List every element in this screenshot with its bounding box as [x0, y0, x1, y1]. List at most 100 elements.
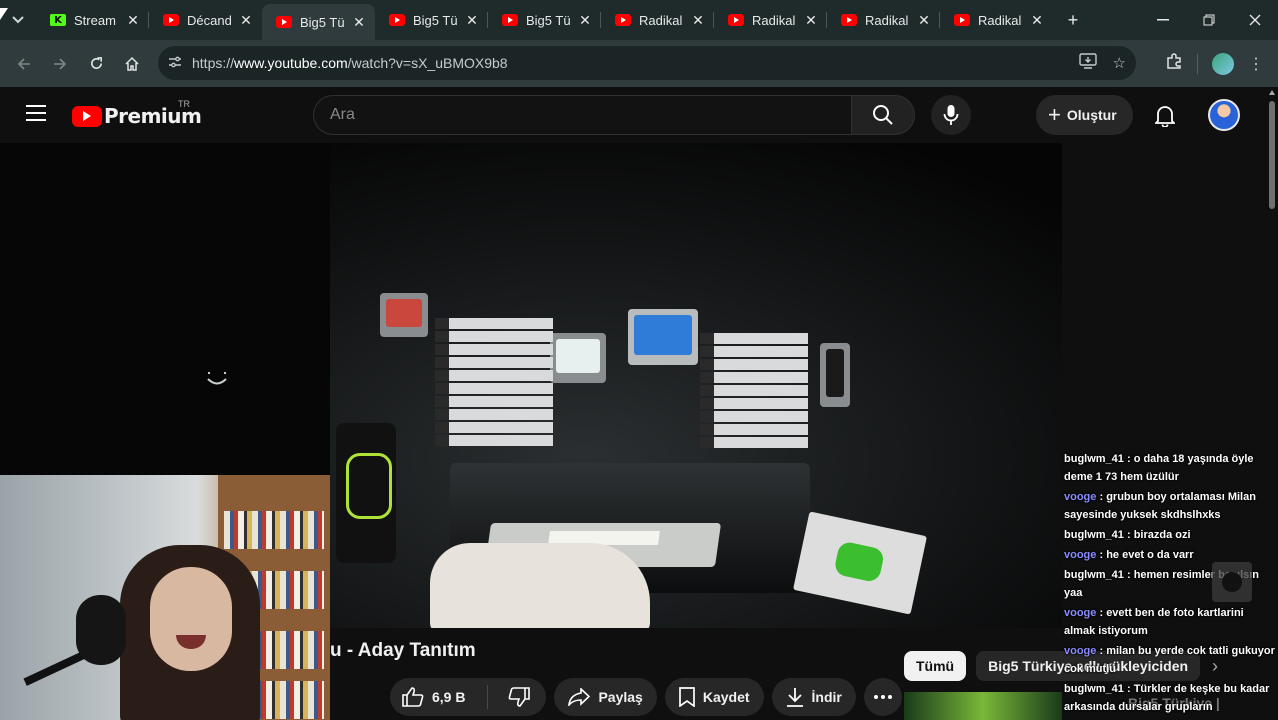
browser-toolbar: https://www.youtube.com/watch?v=sX_uBMOX… [0, 40, 1278, 87]
tab-close-icon[interactable]: ✕ [916, 12, 932, 29]
browser-tab[interactable]: Radikal ✕ [827, 0, 940, 40]
chat-message: buglwm_41 : o daha 18 yaşında öyle deme … [1064, 453, 1254, 483]
smiley-icon [205, 366, 229, 390]
arrow-left-icon [17, 57, 30, 70]
thumbs-down-icon [509, 687, 531, 707]
menu-icon[interactable] [26, 105, 46, 123]
microphone [76, 595, 126, 665]
browser-tab[interactable]: Radikal ✕ [601, 0, 714, 40]
browser-tab[interactable]: Radikal ✕ [940, 0, 1053, 40]
more-horizontal-icon [873, 695, 892, 699]
url-text[interactable]: https://www.youtube.com/watch?v=sX_uBMOX… [192, 55, 508, 71]
youtube-icon [163, 14, 179, 26]
youtube-icon [954, 14, 970, 26]
install-app-icon[interactable] [1078, 53, 1097, 73]
thumbs-up-icon [402, 687, 424, 707]
crt-tv [820, 343, 850, 407]
address-bar[interactable]: https://www.youtube.com/watch?v=sX_uBMOX… [158, 46, 1136, 80]
chat-message: buglwm_41 : birazda ozi [1064, 529, 1191, 541]
browser-tab[interactable]: Décand ✕ [149, 0, 262, 40]
back-button[interactable] [6, 46, 42, 82]
share-button[interactable]: Paylaş [554, 678, 657, 716]
download-icon [786, 688, 803, 707]
video-title: u - Aday Tanıtım [330, 640, 476, 661]
browser-tab[interactable]: Big5 Tü ✕ [488, 0, 601, 40]
youtube-icon [615, 14, 631, 26]
search-box [313, 95, 852, 135]
tab-close-icon[interactable]: ✕ [125, 12, 141, 29]
browser-tab[interactable]: Radikal ✕ [714, 0, 827, 40]
green-logo-bag [336, 423, 396, 563]
forward-button[interactable] [42, 46, 78, 82]
minimize-button[interactable] [1140, 0, 1186, 40]
search-icon [873, 105, 893, 125]
tab-close-icon[interactable]: ✕ [238, 12, 254, 29]
browser-tabstrip: Stream ✕ Décand ✕ Big5 Tü ✕ Big5 Tü ✕ Bi… [0, 0, 1278, 40]
close-icon [1249, 14, 1261, 26]
scrollbar-thumb[interactable] [1269, 101, 1275, 209]
mouse-cursor [0, 8, 8, 20]
search-button[interactable] [851, 95, 915, 135]
bell-icon [1155, 106, 1175, 127]
tab-close-icon[interactable]: ✕ [803, 12, 819, 29]
youtube-masthead: Premium TR + Oluştur [0, 87, 1266, 143]
home-button[interactable] [114, 46, 150, 82]
webcam-overlay [0, 475, 330, 720]
tab-close-icon[interactable]: ✕ [464, 12, 480, 29]
cassette-stack-left [435, 318, 553, 448]
share-icon [568, 688, 591, 706]
search-input[interactable] [314, 96, 852, 134]
bookmark-star-icon[interactable]: ☆ [1113, 54, 1126, 72]
crt-tv [628, 309, 698, 365]
browser-profile-avatar[interactable] [1212, 52, 1234, 75]
like-divider [487, 685, 489, 709]
bookmark-icon [678, 687, 695, 707]
toolbar-divider [1197, 53, 1198, 74]
more-actions-button[interactable] [863, 678, 902, 716]
site-settings-icon[interactable] [158, 56, 192, 71]
close-window-button[interactable] [1232, 0, 1278, 40]
dislike-button[interactable] [496, 678, 546, 716]
youtube-premium-logo[interactable]: Premium TR [72, 99, 202, 128]
restore-icon [1203, 14, 1215, 26]
tab-close-icon[interactable]: ✕ [351, 14, 367, 31]
restore-button[interactable] [1186, 0, 1232, 40]
youtube-icon [728, 14, 744, 26]
screen: Stream ✕ Décand ✕ Big5 Tü ✕ Big5 Tü ✕ Bi… [0, 0, 1278, 720]
tab-search-button[interactable] [0, 0, 36, 40]
chip-all[interactable]: Tümü [904, 651, 967, 681]
save-button[interactable]: Kaydet [664, 678, 764, 716]
video-actions: 6,9 B Paylaş Kaydet İndir [390, 678, 902, 716]
home-icon [125, 56, 139, 71]
new-tab-button[interactable]: + [1057, 10, 1089, 31]
tab-close-icon[interactable]: ✕ [577, 12, 593, 29]
streamer-face [150, 567, 232, 671]
download-button[interactable]: İndir [771, 678, 856, 716]
voice-search-button[interactable] [931, 95, 971, 135]
browser-menu-icon[interactable]: ⋮ [1248, 54, 1264, 74]
booklet [792, 511, 928, 615]
chevron-down-icon [12, 16, 24, 24]
arrow-right-icon [54, 57, 67, 70]
create-button[interactable]: + Oluştur [1036, 95, 1133, 135]
reload-icon [90, 57, 102, 69]
plus-icon: + [1048, 102, 1061, 127]
like-button[interactable]: 6,9 B [390, 678, 479, 716]
tab-close-icon[interactable]: ✕ [1029, 12, 1045, 29]
youtube-icon [276, 16, 292, 28]
scroll-up-icon[interactable] [1269, 90, 1275, 95]
chat-message: vooge : evett ben de foto kartlarini alm… [1064, 607, 1244, 637]
recommended-video-thumbnail[interactable] [904, 692, 1062, 720]
tab-close-icon[interactable]: ✕ [690, 12, 706, 29]
notifications-button[interactable] [1150, 101, 1180, 131]
browser-tab-active[interactable]: Big5 Tü ✕ [262, 4, 375, 40]
browser-tab[interactable]: Stream ✕ [36, 0, 149, 40]
youtube-icon [841, 14, 857, 26]
microphone-icon [943, 105, 959, 125]
account-avatar[interactable] [1208, 99, 1240, 131]
extensions-icon[interactable] [1165, 52, 1183, 75]
browser-tab[interactable]: Big5 Tü ✕ [375, 0, 488, 40]
like-dislike-group: 6,9 B [390, 678, 547, 716]
crt-tv [380, 293, 428, 337]
reload-button[interactable] [78, 46, 114, 82]
